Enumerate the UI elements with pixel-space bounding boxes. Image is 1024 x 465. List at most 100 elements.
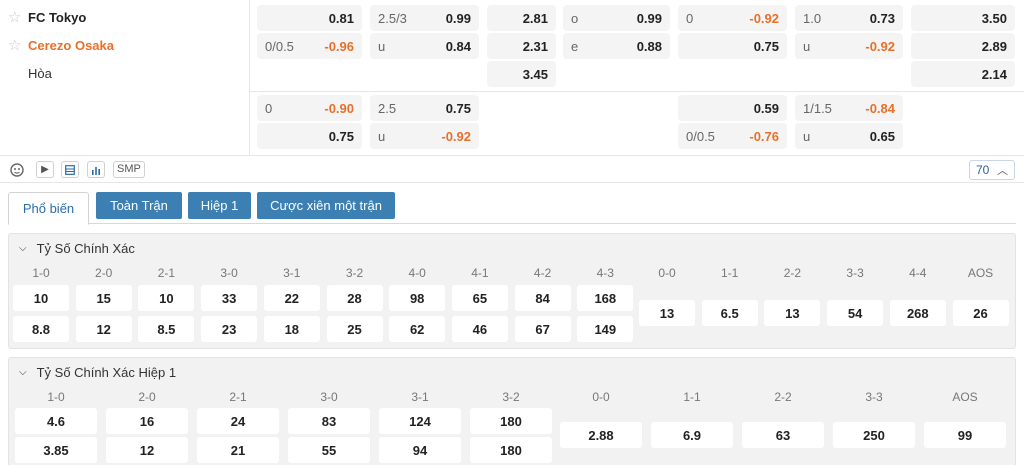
smp-button[interactable]: SMP xyxy=(113,161,145,178)
score-header: 3-3 xyxy=(865,390,883,404)
odds-cell-ah2-away[interactable]: 0.75 xyxy=(257,123,362,149)
score-odd-cell[interactable]: 18 xyxy=(263,316,320,342)
odds-cell-1x2-home[interactable]: 2.81 xyxy=(487,5,556,31)
score-odd-cell[interactable]: 4.6 xyxy=(15,408,97,434)
market-title[interactable]: ⌵ Tỷ Số Chính Xác Hiệp 1 xyxy=(19,365,176,380)
stats-icon[interactable] xyxy=(8,161,26,178)
odds-cell-h1-1x2-home[interactable]: 3.50 xyxy=(911,5,1015,31)
favorite-star-icon[interactable]: ☆ xyxy=(8,38,22,53)
score-odd-cell[interactable]: 21 xyxy=(197,437,279,463)
teams-panel: ☆ FC Tokyo ☆ Cerezo Osaka Hòa xyxy=(0,0,250,155)
odds-cell-1x2-draw[interactable]: 3.45 xyxy=(487,61,556,87)
score-odd-cell[interactable]: 13 xyxy=(639,300,695,326)
score-odd-cell[interactable]: 84 xyxy=(514,285,571,311)
odd-line: 0 xyxy=(686,10,694,26)
away-team-name[interactable]: Cerezo Osaka xyxy=(28,38,114,53)
tab-full-match[interactable]: Toàn Trận xyxy=(96,192,182,219)
markets-count: 70 xyxy=(976,163,990,177)
odds-cell-1x2-away[interactable]: 2.31 xyxy=(487,33,556,59)
odd-value: -0.92 xyxy=(865,38,895,54)
score-odd-cell[interactable]: 250 xyxy=(833,422,915,448)
score-header: 4-2 xyxy=(533,266,552,280)
odds-cell-ah-away[interactable]: 0/0.5 -0.96 xyxy=(257,33,362,59)
odds-cell-ou-over[interactable]: 2.5/3 0.99 xyxy=(370,5,479,31)
score-odd-cell[interactable]: 33 xyxy=(201,285,258,311)
score-odd-cell[interactable]: 83 xyxy=(288,408,370,434)
tab-first-half[interactable]: Hiệp 1 xyxy=(188,192,251,219)
score-header: 1-1 xyxy=(683,390,701,404)
score-odd-cell[interactable]: 67 xyxy=(514,316,571,342)
score-odd-cell[interactable]: 10 xyxy=(138,285,195,311)
score-odd-cell[interactable]: 149 xyxy=(577,316,634,342)
score-odd-cell[interactable]: 24 xyxy=(197,408,279,434)
score-odd-cell[interactable]: 124 xyxy=(379,408,461,434)
score-odd-cell[interactable]: 65 xyxy=(451,285,508,311)
score-odd-cell[interactable]: 28 xyxy=(326,285,383,311)
score-odd-cell[interactable]: 55 xyxy=(288,437,370,463)
layout-icon[interactable] xyxy=(61,161,79,178)
score-odd-cell[interactable]: 15 xyxy=(75,285,132,311)
odds-cell-h1-ah-home[interactable]: 0 -0.92 xyxy=(678,5,787,31)
score-odd-cell[interactable]: 63 xyxy=(742,422,824,448)
score-odd-cell[interactable]: 26 xyxy=(952,300,1009,326)
score-odd-cell[interactable]: 46 xyxy=(451,316,508,342)
score-odd-cell[interactable]: 180 xyxy=(470,437,552,463)
score-odd-cell[interactable]: 98 xyxy=(389,285,446,311)
chevron-up-icon: ︿ xyxy=(997,164,1008,177)
odd-value: -0.96 xyxy=(324,38,354,54)
score-odd-cell[interactable]: 268 xyxy=(889,300,946,326)
score-odd-cell[interactable]: 25 xyxy=(326,316,383,342)
score-odd-cell[interactable]: 8.5 xyxy=(138,316,195,342)
score-header: AOS xyxy=(952,390,978,404)
markets-count-toggle[interactable]: 70 ︿ xyxy=(969,160,1015,180)
favorite-star-icon[interactable]: ☆ xyxy=(8,10,22,25)
odds-cell-h1-ah-away[interactable]: 0.75 xyxy=(678,33,787,59)
score-odd-cell[interactable]: 12 xyxy=(106,437,188,463)
tab-popular[interactable]: Phổ biến xyxy=(8,192,89,225)
score-odd-cell[interactable]: 6.9 xyxy=(651,422,733,448)
match-toolbar: ▶ SMP 70 ︿ xyxy=(0,155,1024,183)
odds-cell-h1-ah2-home[interactable]: 0.59 xyxy=(678,95,787,121)
odds-cell-ah2-home[interactable]: 0 -0.90 xyxy=(257,95,362,121)
score-odd-cell[interactable]: 10 xyxy=(13,285,69,311)
score-odd-cell[interactable]: 94 xyxy=(379,437,461,463)
score-odd-cell[interactable]: 180 xyxy=(470,408,552,434)
chart-icon[interactable] xyxy=(87,161,105,178)
score-odd-cell[interactable]: 23 xyxy=(201,316,258,342)
odds-cell-ou2-under[interactable]: u -0.92 xyxy=(370,123,479,149)
score-odd-cell[interactable]: 22 xyxy=(263,285,320,311)
score-odd-cell[interactable]: 13 xyxy=(764,300,821,326)
odd-value: 0.75 xyxy=(753,38,779,54)
score-odd-cell[interactable]: 2.88 xyxy=(560,422,642,448)
odds-cell-ou-under[interactable]: u 0.84 xyxy=(370,33,479,59)
score-odd-cell[interactable]: 54 xyxy=(827,300,884,326)
score-odd-cell[interactable]: 3.85 xyxy=(15,437,97,463)
odds-cell-h1-ou2-over[interactable]: 1/1.5 -0.84 xyxy=(795,95,903,121)
market-title[interactable]: ⌵ Tỷ Số Chính Xác xyxy=(19,241,135,256)
odds-cell-h1-ou-under[interactable]: u -0.92 xyxy=(795,33,903,59)
score-odd-cell[interactable]: 62 xyxy=(389,316,446,342)
score-odd-cell[interactable]: 16 xyxy=(106,408,188,434)
odd-value: 2.14 xyxy=(981,66,1007,82)
score-odd-cell[interactable]: 168 xyxy=(577,285,634,311)
tab-same-game-parlay[interactable]: Cược xiên một trận xyxy=(257,192,395,219)
odds-cell-h1-ou2-under[interactable]: u 0.65 xyxy=(795,123,903,149)
odds-cell-h1-ah2-away[interactable]: 0/0.5 -0.76 xyxy=(678,123,787,149)
odds-cell-odd[interactable]: o 0.99 xyxy=(563,5,670,31)
odds-cell-ou2-over[interactable]: 2.5 0.75 xyxy=(370,95,479,121)
play-icon[interactable]: ▶ xyxy=(36,161,54,178)
odd-line: 0 xyxy=(265,100,273,116)
score-odd-cell[interactable]: 99 xyxy=(924,422,1006,448)
odd-line: u xyxy=(378,128,386,144)
odd-value: 0.59 xyxy=(753,100,779,116)
odds-cell-h1-1x2-draw[interactable]: 2.14 xyxy=(911,61,1015,87)
score-odd-cell[interactable]: 6.5 xyxy=(701,300,758,326)
score-odd-cell[interactable]: 12 xyxy=(75,316,132,342)
home-team-name[interactable]: FC Tokyo xyxy=(28,10,86,25)
odds-cell-even[interactable]: e 0.88 xyxy=(563,33,670,59)
score-odd-cell[interactable]: 8.8 xyxy=(13,316,69,342)
odd-value: 0.75 xyxy=(328,128,354,144)
odds-cell-h1-ou-over[interactable]: 1.0 0.73 xyxy=(795,5,903,31)
odds-cell-ah-home[interactable]: 0.81 xyxy=(257,5,362,31)
odds-cell-h1-1x2-away[interactable]: 2.89 xyxy=(911,33,1015,59)
